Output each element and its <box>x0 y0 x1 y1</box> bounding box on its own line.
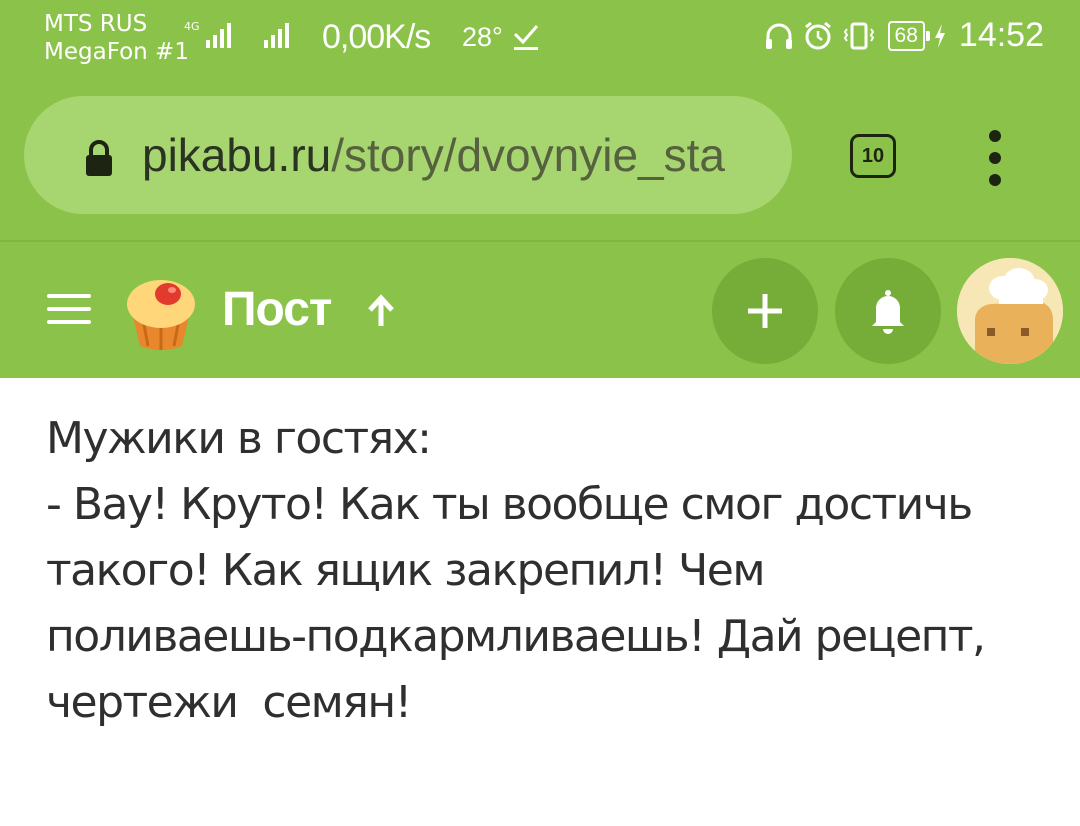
app-header: Пост <box>0 240 1080 378</box>
network-type-label: 4G <box>184 20 200 33</box>
post-content: Мужики в гостях: - Вау! Круто! Как ты во… <box>0 378 1080 826</box>
browser-menu-button[interactable] <box>984 130 1006 186</box>
pikabu-logo[interactable] <box>118 268 204 354</box>
url-path: /story/dvoynyie_sta <box>331 129 725 181</box>
browser-toolbar: pikabu.ru/story/dvoynyie_sta 10 <box>0 80 1080 240</box>
download-check-icon <box>513 25 539 50</box>
url-host: pikabu.ru <box>142 129 332 181</box>
avatar[interactable] <box>957 258 1063 364</box>
arrow-up-icon[interactable] <box>366 294 396 328</box>
lock-icon <box>86 140 112 176</box>
bell-icon <box>872 290 904 334</box>
signal-icon-2 <box>264 23 289 48</box>
alarm-icon <box>804 21 831 49</box>
battery-icon: 68 <box>887 20 931 51</box>
menu-icon[interactable] <box>47 294 91 328</box>
post-line: Мужики в гостях: <box>46 413 432 464</box>
post-line: - Вау! Круто! Как ты вообще смог достичь <box>46 479 973 530</box>
plus-icon <box>748 294 782 328</box>
carrier-2: MegaFon #1 <box>44 39 189 65</box>
status-bar: MTS RUS MegaFon #1 4G 0,00K/s 28° 68 14:… <box>0 0 1080 80</box>
post-text: Мужики в гостях: - Вау! Круто! Как ты во… <box>46 406 1046 736</box>
temperature: 28° <box>462 22 503 52</box>
carrier-1: MTS RUS <box>44 11 148 37</box>
status-right: 68 14:52 <box>764 16 1044 55</box>
headphones-icon <box>765 23 792 49</box>
notifications-button[interactable] <box>835 258 941 364</box>
vibrate-icon <box>843 22 874 49</box>
post-line: поливаешь-подкармливаешь! Дай рецепт, <box>46 611 986 662</box>
page-title: Пост <box>222 283 332 336</box>
post-line: чертежи семян! <box>46 677 412 728</box>
battery-level: 68 <box>894 23 918 47</box>
tab-switcher-button[interactable]: 10 <box>850 134 896 178</box>
carrier-info: MTS RUS MegaFon #1 <box>44 10 189 66</box>
add-post-button[interactable] <box>712 258 818 364</box>
charging-icon <box>934 23 945 48</box>
network-speed: 0,00K/s <box>322 18 431 56</box>
address-bar[interactable]: pikabu.ru/story/dvoynyie_sta <box>24 96 792 214</box>
url-text[interactable]: pikabu.ru/story/dvoynyie_sta <box>142 128 772 182</box>
signal-icon: 4G <box>184 20 231 48</box>
clock: 14:52 <box>958 16 1044 54</box>
post-line: такого! Как ящик закрепил! Чем <box>46 545 766 596</box>
avatar-image <box>957 258 1063 364</box>
